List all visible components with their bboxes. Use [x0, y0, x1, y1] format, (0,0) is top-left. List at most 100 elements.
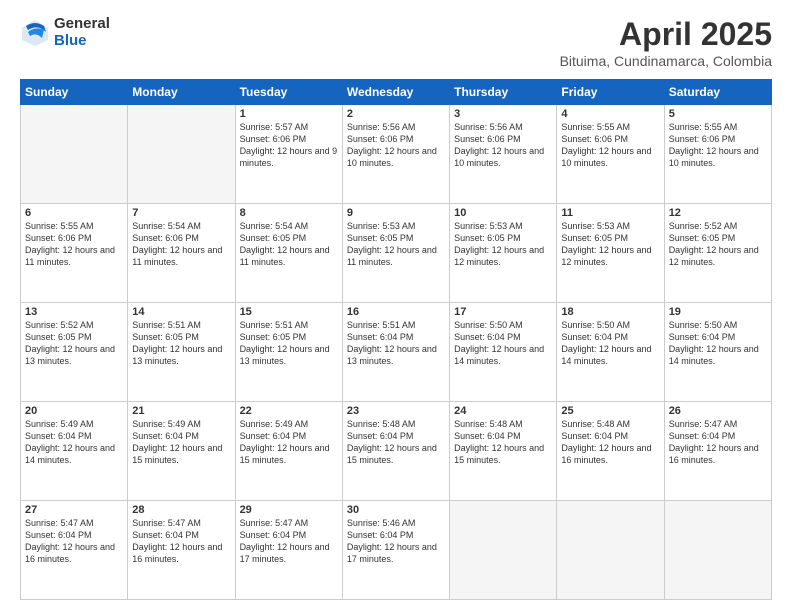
- calendar-cell: 26 Sunrise: 5:47 AMSunset: 6:04 PMDayligh…: [664, 402, 771, 501]
- day-number: 29: [240, 504, 338, 516]
- calendar-cell: 3Sunrise: 5:56 AMSunset: 6:06 PMDaylight…: [450, 105, 557, 204]
- day-info: Sunrise: 5:51 AMSunset: 6:05 PMDaylight:…: [132, 320, 222, 366]
- calendar-cell: 14 Sunrise: 5:51 AMSunset: 6:05 PMDayligh…: [128, 303, 235, 402]
- day-info: Sunrise: 5:50 AMSunset: 6:04 PMDaylight:…: [454, 320, 544, 366]
- day-info: Sunrise: 5:49 AMSunset: 6:04 PMDaylight:…: [25, 419, 115, 465]
- day-info: Sunrise: 5:54 AMSunset: 6:06 PMDaylight:…: [132, 221, 222, 267]
- day-number: 26: [669, 405, 767, 417]
- day-info: Sunrise: 5:57 AMSunset: 6:06 PMDaylight:…: [240, 122, 338, 168]
- day-info: Sunrise: 5:52 AMSunset: 6:05 PMDaylight:…: [669, 221, 759, 267]
- logo: General Blue: [20, 16, 110, 49]
- day-number: 14: [132, 306, 230, 318]
- page: General Blue April 2025 Bituima, Cundina…: [0, 0, 792, 612]
- weekday-header: Friday: [557, 80, 664, 105]
- location: Bituima, Cundinamarca, Colombia: [560, 53, 772, 69]
- weekday-header: Monday: [128, 80, 235, 105]
- month-year: April 2025: [560, 16, 772, 53]
- calendar-cell: 24 Sunrise: 5:48 AMSunset: 6:04 PMDayligh…: [450, 402, 557, 501]
- day-info: Sunrise: 5:50 AMSunset: 6:04 PMDaylight:…: [561, 320, 651, 366]
- calendar-cell: 10 Sunrise: 5:53 AMSunset: 6:05 PMDayligh…: [450, 204, 557, 303]
- day-info: Sunrise: 5:47 AMSunset: 6:04 PMDaylight:…: [669, 419, 759, 465]
- day-info: Sunrise: 5:53 AMSunset: 6:05 PMDaylight:…: [454, 221, 544, 267]
- calendar-cell: 25Sunrise: 5:48 AMSunset: 6:04 PMDayligh…: [557, 402, 664, 501]
- calendar-cell: [450, 501, 557, 600]
- day-number: 5: [669, 108, 767, 120]
- day-number: 22: [240, 405, 338, 417]
- weekday-header: Wednesday: [342, 80, 449, 105]
- day-info: Sunrise: 5:52 AMSunset: 6:05 PMDaylight:…: [25, 320, 115, 366]
- weekday-header: Saturday: [664, 80, 771, 105]
- day-info: Sunrise: 5:47 AMSunset: 6:04 PMDaylight:…: [132, 518, 222, 564]
- calendar-cell: 12 Sunrise: 5:52 AMSunset: 6:05 PMDayligh…: [664, 204, 771, 303]
- calendar-cell: 18Sunrise: 5:50 AMSunset: 6:04 PMDayligh…: [557, 303, 664, 402]
- calendar-week-row: 20 Sunrise: 5:49 AMSunset: 6:04 PMDayligh…: [21, 402, 772, 501]
- calendar-cell: [664, 501, 771, 600]
- calendar-cell: 2 Sunrise: 5:56 AMSunset: 6:06 PMDaylight…: [342, 105, 449, 204]
- day-info: Sunrise: 5:47 AMSunset: 6:04 PMDaylight:…: [25, 518, 115, 564]
- calendar-cell: [21, 105, 128, 204]
- calendar-cell: 22 Sunrise: 5:49 AMSunset: 6:04 PMDayligh…: [235, 402, 342, 501]
- calendar-cell: [128, 105, 235, 204]
- calendar-cell: 21 Sunrise: 5:49 AMSunset: 6:04 PMDayligh…: [128, 402, 235, 501]
- day-info: Sunrise: 5:48 AMSunset: 6:04 PMDaylight:…: [454, 419, 544, 465]
- calendar-week-row: 13 Sunrise: 5:52 AMSunset: 6:05 PMDayligh…: [21, 303, 772, 402]
- day-number: 10: [454, 207, 552, 219]
- calendar-cell: 23 Sunrise: 5:48 AMSunset: 6:04 PMDayligh…: [342, 402, 449, 501]
- calendar-header-row: SundayMondayTuesdayWednesdayThursdayFrid…: [21, 80, 772, 105]
- calendar-week-row: 27 Sunrise: 5:47 AMSunset: 6:04 PMDayligh…: [21, 501, 772, 600]
- calendar-cell: 1Sunrise: 5:57 AMSunset: 6:06 PMDaylight…: [235, 105, 342, 204]
- day-number: 16: [347, 306, 445, 318]
- day-number: 21: [132, 405, 230, 417]
- calendar-cell: 4 Sunrise: 5:55 AMSunset: 6:06 PMDaylight…: [557, 105, 664, 204]
- day-number: 24: [454, 405, 552, 417]
- calendar-cell: 15Sunrise: 5:51 AMSunset: 6:05 PMDayligh…: [235, 303, 342, 402]
- weekday-header: Tuesday: [235, 80, 342, 105]
- day-number: 20: [25, 405, 123, 417]
- weekday-header: Sunday: [21, 80, 128, 105]
- day-number: 23: [347, 405, 445, 417]
- day-number: 9: [347, 207, 445, 219]
- calendar-cell: 16 Sunrise: 5:51 AMSunset: 6:04 PMDayligh…: [342, 303, 449, 402]
- day-number: 12: [669, 207, 767, 219]
- title-block: April 2025 Bituima, Cundinamarca, Colomb…: [560, 16, 772, 69]
- day-number: 28: [132, 504, 230, 516]
- calendar-cell: [557, 501, 664, 600]
- logo-icon: [20, 18, 50, 48]
- day-info: Sunrise: 5:49 AMSunset: 6:04 PMDaylight:…: [240, 419, 330, 465]
- day-info: Sunrise: 5:51 AMSunset: 6:04 PMDaylight:…: [347, 320, 437, 366]
- day-number: 2: [347, 108, 445, 120]
- calendar-cell: 27 Sunrise: 5:47 AMSunset: 6:04 PMDayligh…: [21, 501, 128, 600]
- calendar-table: SundayMondayTuesdayWednesdayThursdayFrid…: [20, 79, 772, 600]
- calendar-cell: 17 Sunrise: 5:50 AMSunset: 6:04 PMDayligh…: [450, 303, 557, 402]
- day-info: Sunrise: 5:50 AMSunset: 6:04 PMDaylight:…: [669, 320, 759, 366]
- day-info: Sunrise: 5:55 AMSunset: 6:06 PMDaylight:…: [25, 221, 115, 267]
- day-info: Sunrise: 5:47 AMSunset: 6:04 PMDaylight:…: [240, 518, 330, 564]
- day-number: 30: [347, 504, 445, 516]
- calendar-cell: 13 Sunrise: 5:52 AMSunset: 6:05 PMDayligh…: [21, 303, 128, 402]
- day-info: Sunrise: 5:55 AMSunset: 6:06 PMDaylight:…: [561, 122, 651, 168]
- calendar-cell: 28 Sunrise: 5:47 AMSunset: 6:04 PMDayligh…: [128, 501, 235, 600]
- calendar-cell: 7Sunrise: 5:54 AMSunset: 6:06 PMDaylight…: [128, 204, 235, 303]
- day-number: 27: [25, 504, 123, 516]
- logo-blue: Blue: [54, 33, 110, 50]
- day-info: Sunrise: 5:53 AMSunset: 6:05 PMDaylight:…: [347, 221, 437, 267]
- day-number: 19: [669, 306, 767, 318]
- calendar-cell: 6Sunrise: 5:55 AMSunset: 6:06 PMDaylight…: [21, 204, 128, 303]
- calendar-cell: 8Sunrise: 5:54 AMSunset: 6:05 PMDaylight…: [235, 204, 342, 303]
- logo-text: General Blue: [54, 16, 110, 49]
- day-info: Sunrise: 5:48 AMSunset: 6:04 PMDaylight:…: [347, 419, 437, 465]
- calendar-cell: 19 Sunrise: 5:50 AMSunset: 6:04 PMDayligh…: [664, 303, 771, 402]
- day-info: Sunrise: 5:49 AMSunset: 6:04 PMDaylight:…: [132, 419, 222, 465]
- weekday-header: Thursday: [450, 80, 557, 105]
- calendar-cell: 11Sunrise: 5:53 AMSunset: 6:05 PMDayligh…: [557, 204, 664, 303]
- day-number: 3: [454, 108, 552, 120]
- day-number: 4: [561, 108, 659, 120]
- header: General Blue April 2025 Bituima, Cundina…: [20, 16, 772, 69]
- day-number: 17: [454, 306, 552, 318]
- day-info: Sunrise: 5:53 AMSunset: 6:05 PMDaylight:…: [561, 221, 651, 267]
- day-number: 15: [240, 306, 338, 318]
- day-info: Sunrise: 5:56 AMSunset: 6:06 PMDaylight:…: [347, 122, 437, 168]
- calendar-cell: 30 Sunrise: 5:46 AMSunset: 6:04 PMDayligh…: [342, 501, 449, 600]
- day-number: 13: [25, 306, 123, 318]
- day-info: Sunrise: 5:46 AMSunset: 6:04 PMDaylight:…: [347, 518, 437, 564]
